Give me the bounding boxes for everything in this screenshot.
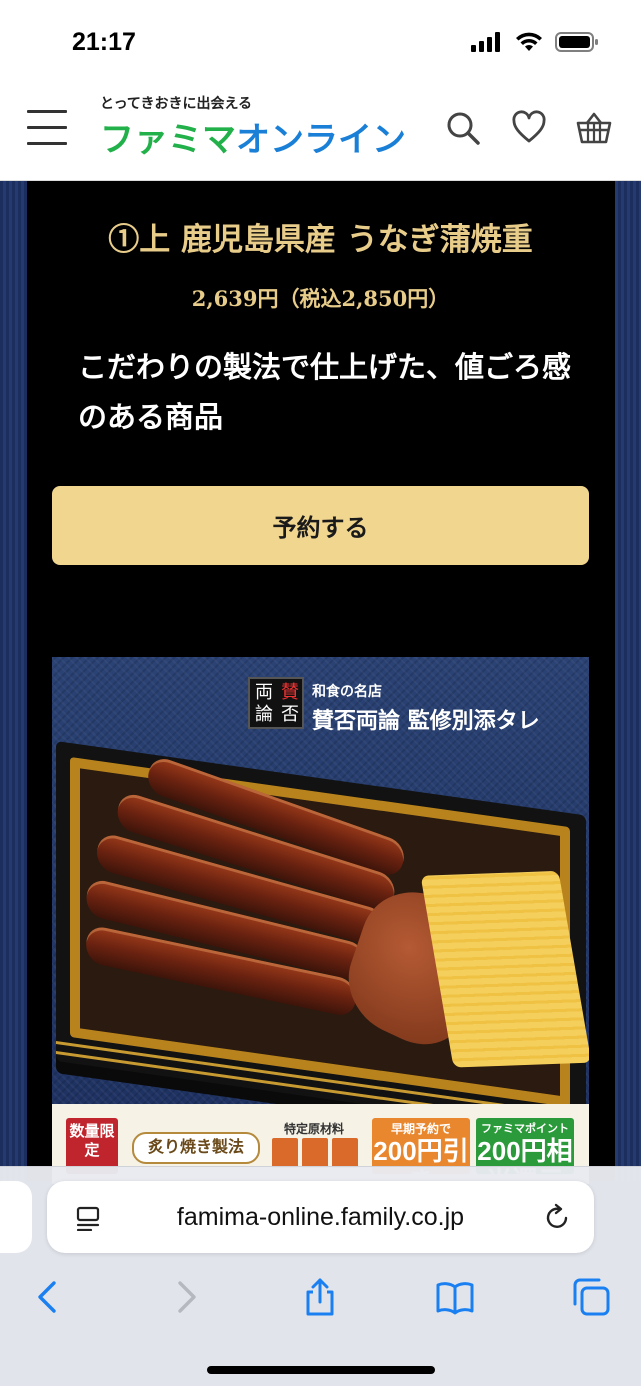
sanpi-ryoron-seal: 両 賛 論 否	[248, 677, 304, 729]
bookmarks-icon[interactable]	[435, 1277, 475, 1317]
site-header: とってきおきに出会える ファミマオンライン	[0, 84, 641, 181]
reserve-button[interactable]: 予約する	[52, 486, 589, 565]
status-bar: 21:17	[0, 0, 641, 84]
seal-char: 両	[255, 682, 273, 703]
address-bar[interactable]: famima-online.family.co.jp	[47, 1181, 594, 1253]
site-logo[interactable]: ファミマオンライン	[100, 112, 406, 161]
forward-icon[interactable]	[166, 1277, 206, 1317]
cellular-signal-icon	[471, 32, 500, 52]
logo-tagline: とってきおきに出会える	[100, 95, 253, 111]
seal-char: 否	[281, 704, 299, 725]
famima-point-label: ファミマポイント	[481, 1123, 569, 1135]
product-description: こだわりの製法で仕上げた、値ごろ感のある商品	[78, 350, 572, 434]
previous-tab-peek[interactable]	[0, 1181, 32, 1253]
logo-green-text: ファミマ	[100, 121, 236, 159]
early-booking-label: 早期予約で	[390, 1122, 451, 1136]
battery-icon	[555, 32, 598, 52]
product-price: 2,639円（税込2,850円）	[191, 286, 450, 311]
logo-blue-text: オンライン	[236, 121, 406, 159]
share-icon[interactable]	[300, 1277, 340, 1317]
product-title: ①上 鹿児島県産 うなぎ蒲焼重	[108, 222, 533, 258]
browser-toolbar: famima-online.family.co.jp	[0, 1166, 641, 1386]
reload-icon[interactable]	[544, 1203, 572, 1231]
basket-icon[interactable]	[576, 110, 612, 146]
grill-method-badge: 炙り焼き製法	[132, 1132, 260, 1164]
url-text[interactable]: famima-online.family.co.jp	[47, 1181, 594, 1253]
menu-icon[interactable]	[27, 110, 67, 146]
banner-subtitle: 和食の名店	[312, 684, 382, 700]
seal-char: 賛	[281, 682, 299, 703]
status-icons	[471, 30, 599, 54]
home-indicator[interactable]	[207, 1366, 435, 1374]
banner-headline: 賛否両論 監修別添タレ	[312, 708, 540, 734]
status-time: 21:17	[72, 28, 136, 56]
product-image: 両 賛 論 否 和食の名店 賛否両論 監修別添タレ	[52, 657, 589, 1169]
search-icon[interactable]	[445, 110, 481, 146]
back-icon[interactable]	[28, 1277, 68, 1317]
wifi-icon	[516, 32, 542, 51]
tabs-icon[interactable]	[571, 1277, 611, 1317]
allergen-label: 特定原材料	[284, 1122, 345, 1136]
heart-icon[interactable]	[511, 110, 547, 146]
seal-char: 論	[255, 704, 273, 725]
